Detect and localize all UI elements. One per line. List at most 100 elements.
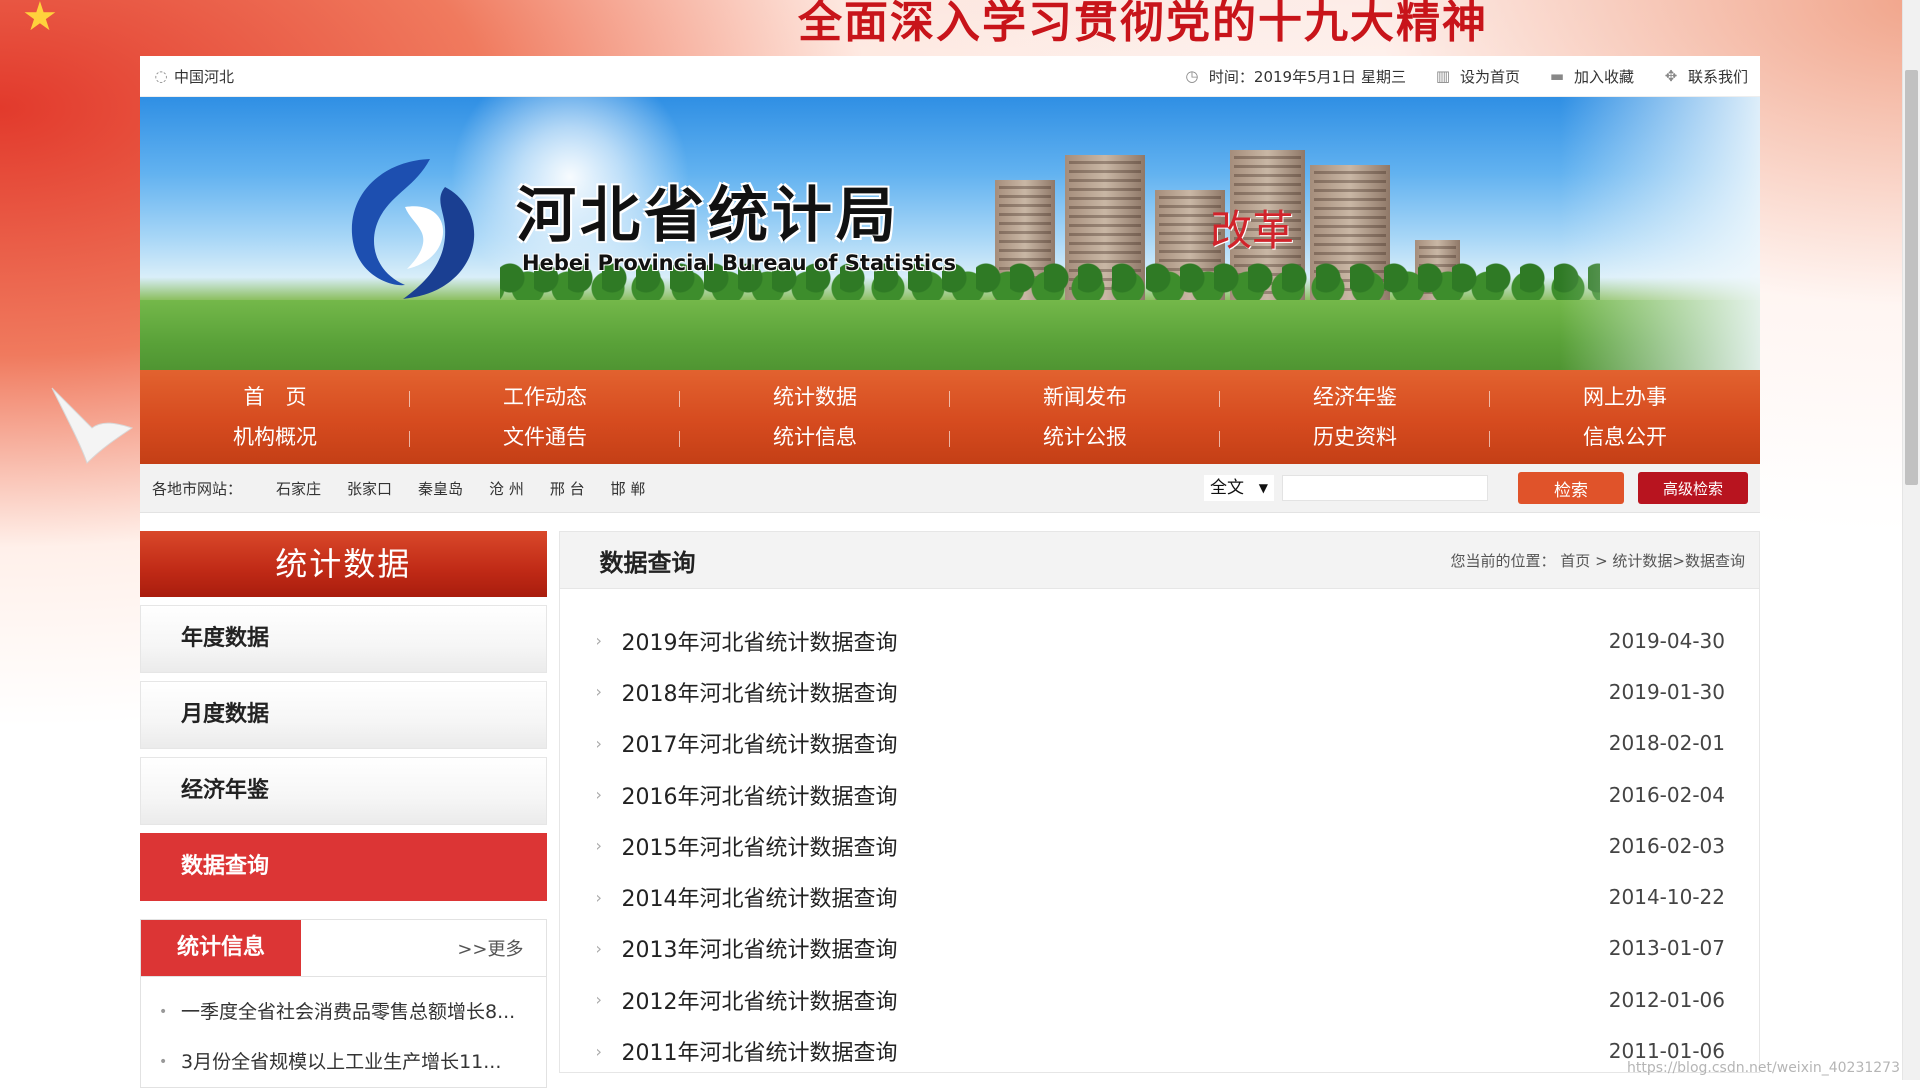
globe-icon: ◌ (154, 67, 168, 85)
city-link-zhangjiakou[interactable]: 张家口 (347, 478, 392, 499)
dove-icon (51, 387, 134, 464)
bureau-logo-icon (351, 159, 475, 299)
sidebar-item-annual-data[interactable]: 年度数据 (140, 605, 547, 673)
chevron-right-icon: › (595, 836, 602, 856)
search-scope-select[interactable]: 全文 ▼ (1204, 475, 1274, 501)
nav-history[interactable]: 历史资料 (1220, 423, 1490, 451)
banner-fade (1560, 97, 1760, 370)
contact-label[interactable]: 联系我们 (1688, 66, 1748, 87)
caret-down-icon: ▼ (1258, 481, 1268, 495)
list-item-title[interactable]: 2017年河北省统计数据查询 (622, 727, 898, 759)
list-item[interactable]: › 2017年河北省统计数据查询 2018-02-01 (596, 718, 1726, 769)
list-item[interactable]: › 2018年河北省统计数据查询 2019-01-30 (596, 666, 1726, 717)
list-item-title[interactable]: 2012年河北省统计数据查询 (622, 984, 898, 1016)
list-item[interactable]: › 2019年河北省统计数据查询 2019-04-30 (596, 615, 1726, 666)
nav-home[interactable]: 首 页 (140, 383, 410, 411)
add-favorite-label[interactable]: 加入收藏 (1574, 66, 1634, 87)
list-item-title[interactable]: 2018年河北省统计数据查询 (622, 676, 898, 708)
info-list: 一季度全省社会消费品零售总额增长8... 3月份全省规模以上工业生产增长11..… (141, 977, 546, 1087)
list-item-date: 2019-04-30 (1608, 628, 1725, 653)
city-link-handan[interactable]: 邯 郸 (611, 478, 646, 499)
nav-statistics-info[interactable]: 统计信息 (680, 423, 950, 451)
nav-bulletin[interactable]: 统计公报 (950, 423, 1220, 451)
list-item[interactable]: › 2011年河北省统计数据查询 2011-01-06 (596, 1025, 1726, 1076)
scrollbar-thumb[interactable] (1905, 70, 1918, 485)
set-home-link[interactable]: ▥ 设为首页 (1434, 66, 1520, 87)
list-item-title[interactable]: 2014年河北省统计数据查询 (622, 881, 898, 913)
sidebar-item-data-query[interactable]: 数据查询 (140, 833, 547, 901)
list-item-title[interactable]: 2015年河北省统计数据查询 (622, 830, 898, 862)
page-scrollbar[interactable] (1902, 0, 1920, 1080)
slogan-banner: 全面深入学习贯彻党的十九大精神 (798, 0, 1488, 48)
more-link[interactable]: >>更多 (457, 935, 523, 961)
grass-field (140, 300, 1760, 370)
city-label: 各地市网站： (152, 479, 243, 498)
chevron-right-icon: › (595, 631, 602, 651)
region-label: 中国河北 (174, 67, 235, 86)
statistics-info-box: 统计信息 >>更多 一季度全省社会消费品零售总额增长8... 3月份全省规模以上… (140, 919, 547, 1088)
city-link-cangzhou[interactable]: 沧 州 (489, 478, 524, 499)
chevron-right-icon: › (595, 887, 602, 907)
chevron-right-icon: › (595, 733, 602, 753)
list-item[interactable]: › 2014年河北省统计数据查询 2014-10-22 (596, 871, 1726, 922)
list-item[interactable]: › 2015年河北省统计数据查询 2016-02-03 (596, 820, 1726, 871)
set-home-label[interactable]: 设为首页 (1460, 66, 1520, 87)
content-header: 数据查询 您当前的位置： 首页 > 统计数据>数据查询 (559, 532, 1759, 589)
sidebar-item-economic-yearbook[interactable]: 经济年鉴 (140, 757, 547, 825)
search-button[interactable]: 检索 (1518, 472, 1624, 504)
breadcrumb-path[interactable]: 统计数据>数据查询 (1612, 552, 1745, 570)
list-item-title[interactable]: 2019年河北省统计数据查询 (622, 625, 898, 657)
header-banner: 河北省统计局 Hebei Provincial Bureau of Statis… (140, 97, 1760, 370)
sidebar-item-monthly-data[interactable]: 月度数据 (140, 681, 547, 749)
city-link-xingtai[interactable]: 邢 台 (550, 478, 585, 499)
date-display: ◷ 时间：2019年5月1日 星期三 (1183, 66, 1406, 87)
watermark-text: https://blog.csdn.net/weixin_40231273 (1626, 1060, 1900, 1076)
list-item-date: 2012-01-06 (1608, 987, 1725, 1012)
list-item-date: 2016-02-04 (1608, 782, 1725, 807)
nav-work-news[interactable]: 工作动态 (410, 383, 680, 411)
home-building-icon: ▥ (1435, 67, 1451, 85)
breadcrumb: 您当前的位置： 首页 > 统计数据>数据查询 (1450, 550, 1745, 571)
search-scope-value: 全文 (1210, 478, 1244, 498)
chevron-right-icon: › (595, 990, 602, 1010)
star-icon: ★ (22, 0, 58, 40)
city-link-qinhuangdao[interactable]: 秦皇岛 (418, 478, 463, 499)
contact-icon: ✥ (1664, 67, 1678, 85)
city-search-bar: 各地市网站： 石家庄 张家口 秦皇岛 沧 州 邢 台 邯 郸 全文 ▼ 检索 高… (140, 464, 1760, 513)
chevron-right-icon: › (595, 938, 602, 958)
city-link-shijiazhuang[interactable]: 石家庄 (276, 478, 321, 499)
list-item-title[interactable]: 2011年河北省统计数据查询 (622, 1035, 898, 1067)
nav-news-release[interactable]: 新闻发布 (950, 383, 1220, 411)
nav-organization[interactable]: 机构概况 (140, 423, 410, 451)
main-nav: 首 页 工作动态 统计数据 新闻发布 经济年鉴 网上办事 机构概况 文件通告 统… (140, 370, 1760, 464)
nav-statistics-data[interactable]: 统计数据 (680, 383, 950, 411)
info-item[interactable]: 一季度全省社会消费品零售总额增长8... (141, 987, 546, 1037)
page-title: 数据查询 (599, 548, 696, 577)
info-tab-statistics[interactable]: 统计信息 (141, 920, 301, 976)
clock-icon: ◷ (1185, 67, 1199, 85)
date-text: 时间：2019年5月1日 星期三 (1208, 67, 1406, 86)
chevron-right-icon: › (595, 682, 602, 702)
sidebar: 统计数据 年度数据 月度数据 经济年鉴 数据查询 统计信息 >>更多 一季度全省… (140, 531, 547, 1088)
nav-info-disclosure[interactable]: 信息公开 (1490, 423, 1760, 451)
list-item-title[interactable]: 2016年河北省统计数据查询 (622, 779, 898, 811)
list-item-title[interactable]: 2013年河北省统计数据查询 (622, 932, 898, 964)
list-item[interactable]: › 2016年河北省统计数据查询 2016-02-04 (596, 769, 1726, 820)
nav-economic-yearbook[interactable]: 经济年鉴 (1220, 383, 1490, 411)
advanced-search-button[interactable]: 高级检索 (1638, 472, 1748, 504)
top-bar: ◌ 中国河北 ◷ 时间：2019年5月1日 星期三 ▥ 设为首页 ▬ 加入收藏 … (140, 56, 1760, 97)
contact-link[interactable]: ✥ 联系我们 (1662, 66, 1748, 87)
nav-notices[interactable]: 文件通告 (410, 423, 680, 451)
chevron-right-icon: › (595, 1041, 602, 1061)
list-item[interactable]: › 2012年河北省统计数据查询 2012-01-06 (596, 974, 1726, 1025)
nav-online-service[interactable]: 网上办事 (1490, 383, 1760, 411)
list-item[interactable]: › 2013年河北省统计数据查询 2013-01-07 (596, 923, 1726, 974)
add-favorite-link[interactable]: ▬ 加入收藏 (1548, 66, 1634, 87)
query-list: › 2019年河北省统计数据查询 2019-04-30 › 2018年河北省统计数据查… (560, 589, 1760, 1077)
list-item-date: 2019-01-30 (1608, 679, 1725, 704)
breadcrumb-home[interactable]: 首页 (1560, 552, 1590, 570)
search-input[interactable] (1282, 475, 1488, 501)
content-panel: 数据查询 您当前的位置： 首页 > 统计数据>数据查询 › 2019年河北省统计数… (558, 531, 1760, 1073)
info-box-header: 统计信息 >>更多 (141, 920, 546, 977)
site-subtitle: Hebei Provincial Bureau of Statistics (522, 251, 957, 275)
